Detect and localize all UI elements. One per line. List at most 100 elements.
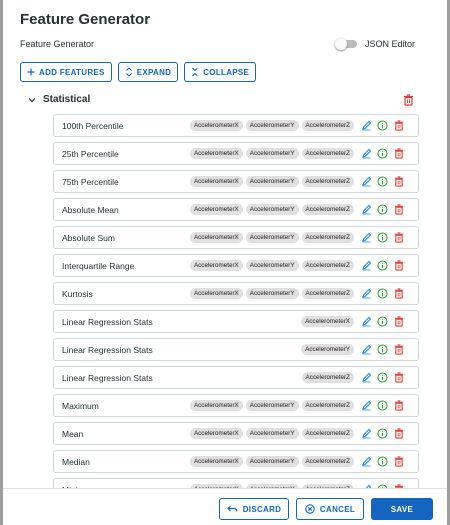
input-chip: AccelerometerY <box>245 428 299 439</box>
trash-icon[interactable] <box>394 260 405 271</box>
feature-input-chips: AccelerometerXAccelerometerYAcceleromete… <box>189 176 354 187</box>
section-title[interactable]: Statistical <box>43 94 90 105</box>
input-chip: AccelerometerX <box>189 204 243 215</box>
trash-icon[interactable] <box>394 456 405 467</box>
info-circle-icon[interactable] <box>377 232 388 243</box>
feature-name: Mean <box>62 428 84 439</box>
feature-row[interactable]: 100th Percentile AccelerometerX Accelerome… <box>53 114 419 137</box>
cancel-button[interactable]: CANCEL <box>296 498 364 520</box>
feature-row[interactable]: Absolute Mean AccelerometerX Accelerometer… <box>53 198 419 221</box>
feature-input-chips: AccelerometerXAccelerometerYAcceleromete… <box>189 204 354 215</box>
feature-row[interactable]: Linear Regression Stats AccelerometerX <box>53 310 419 333</box>
feature-name: Linear Regression Stats <box>62 344 153 355</box>
trash-icon[interactable] <box>394 120 405 131</box>
feature-name: Interquartile Range <box>62 260 135 271</box>
feature-row[interactable]: Interquartile Range AccelerometerX Acceler… <box>53 254 419 277</box>
feature-row[interactable]: 25th Percentile AccelerometerX Acceleromet… <box>53 142 419 165</box>
cancel-label: CANCEL <box>319 504 356 514</box>
feature-input-chips: AccelerometerXAccelerometerYAcceleromete… <box>189 428 354 439</box>
feature-row[interactable]: Median AccelerometerX AccelerometerY Accele… <box>53 450 419 473</box>
trash-icon[interactable] <box>394 316 405 327</box>
trash-icon[interactable] <box>394 232 405 243</box>
feature-row[interactable]: Kurtosis AccelerometerX AccelerometerY Acce… <box>53 282 419 305</box>
trash-icon[interactable] <box>394 176 405 187</box>
trash-icon[interactable] <box>394 372 405 383</box>
input-chip: AccelerometerX <box>189 456 243 467</box>
pencil-icon[interactable] <box>361 428 372 439</box>
info-circle-icon[interactable] <box>377 456 388 467</box>
pencil-icon[interactable] <box>361 176 372 187</box>
feature-row[interactable]: 75th Percentile AccelerometerX Acceleromet… <box>53 170 419 193</box>
pencil-icon[interactable] <box>361 120 372 131</box>
feature-name: Linear Regression Stats <box>62 372 153 383</box>
input-chip: AccelerometerX <box>301 316 354 327</box>
input-chip: AccelerometerZ <box>301 372 354 383</box>
dialog-subtitle: Feature Generator <box>20 39 95 49</box>
info-circle-icon[interactable] <box>377 344 388 355</box>
pencil-icon[interactable] <box>361 204 372 215</box>
toolbar: ADD FEATURES EXPAND COLLAPSE <box>20 62 257 82</box>
pencil-icon[interactable] <box>361 260 372 271</box>
pencil-icon[interactable] <box>361 148 372 159</box>
feature-row[interactable]: Linear Regression Stats AccelerometerZ <box>53 366 419 389</box>
trash-icon[interactable] <box>394 288 405 299</box>
pencil-icon[interactable] <box>361 288 372 299</box>
feature-name: 25th Percentile <box>62 148 119 159</box>
pencil-icon[interactable] <box>361 232 372 243</box>
trash-icon[interactable] <box>394 344 405 355</box>
expand-button[interactable]: EXPAND <box>117 62 179 82</box>
feature-row[interactable]: Maximum AccelerometerX AccelerometerY Accel… <box>53 394 419 417</box>
discard-button[interactable]: DISCARD <box>219 498 289 520</box>
feature-row[interactable]: Linear Regression Stats AccelerometerY <box>53 338 419 361</box>
input-chip: AccelerometerX <box>189 232 243 243</box>
input-chip: AccelerometerX <box>189 400 243 411</box>
input-chip: AccelerometerY <box>301 344 354 355</box>
info-circle-icon[interactable] <box>377 428 388 439</box>
pencil-icon[interactable] <box>361 316 372 327</box>
feature-row[interactable]: Absolute Sum AccelerometerX AccelerometerY… <box>53 226 419 249</box>
feature-input-chips: AccelerometerXAccelerometerYAcceleromete… <box>189 400 354 411</box>
info-circle-icon[interactable] <box>377 120 388 131</box>
feature-input-chips: AccelerometerXAccelerometerYAcceleromete… <box>189 288 354 299</box>
info-circle-icon[interactable] <box>377 148 388 159</box>
pencil-icon[interactable] <box>361 456 372 467</box>
info-circle-icon[interactable] <box>377 316 388 327</box>
pencil-icon[interactable] <box>361 344 372 355</box>
trash-icon[interactable] <box>394 148 405 159</box>
pencil-icon[interactable] <box>361 400 372 411</box>
json-editor-switch-knob <box>335 38 347 50</box>
add-features-label: ADD FEATURES <box>39 67 105 77</box>
pencil-icon[interactable] <box>361 372 372 383</box>
info-circle-icon[interactable] <box>377 400 388 411</box>
input-chip: AccelerometerY <box>245 232 299 243</box>
info-circle-icon[interactable] <box>377 260 388 271</box>
feature-input-chips: AccelerometerY <box>301 344 354 355</box>
info-circle-icon[interactable] <box>377 204 388 215</box>
trash-icon[interactable] <box>394 400 405 411</box>
input-chip: AccelerometerY <box>245 260 299 271</box>
unfold-more-icon <box>125 67 133 77</box>
feature-input-chips: AccelerometerXAccelerometerYAcceleromete… <box>189 260 354 271</box>
json-editor-toggle[interactable]: JSON Editor <box>335 38 416 50</box>
feature-name: Absolute Mean <box>62 204 119 215</box>
input-chip: AccelerometerZ <box>301 456 354 467</box>
json-editor-switch[interactable] <box>335 38 357 50</box>
collapse-button[interactable]: COLLAPSE <box>184 62 257 82</box>
trash-icon[interactable] <box>394 428 405 439</box>
input-chip: AccelerometerY <box>245 288 299 299</box>
input-chip: AccelerometerX <box>189 176 243 187</box>
json-editor-label: JSON Editor <box>365 39 416 49</box>
add-features-button[interactable]: ADD FEATURES <box>20 62 112 82</box>
input-chip: AccelerometerX <box>189 260 243 271</box>
section-delete-icon[interactable] <box>403 94 414 106</box>
info-circle-icon[interactable] <box>377 372 388 383</box>
feature-input-chips: AccelerometerXAccelerometerYAcceleromete… <box>189 148 354 159</box>
save-button[interactable]: SAVE <box>371 498 433 520</box>
info-circle-icon[interactable] <box>377 288 388 299</box>
feature-row[interactable]: Mean AccelerometerX AccelerometerY Accelero… <box>53 422 419 445</box>
info-circle-icon[interactable] <box>377 176 388 187</box>
chevron-down-icon[interactable] <box>27 95 37 105</box>
trash-icon[interactable] <box>394 204 405 215</box>
input-chip: AccelerometerZ <box>301 204 354 215</box>
input-chip: AccelerometerX <box>189 148 243 159</box>
